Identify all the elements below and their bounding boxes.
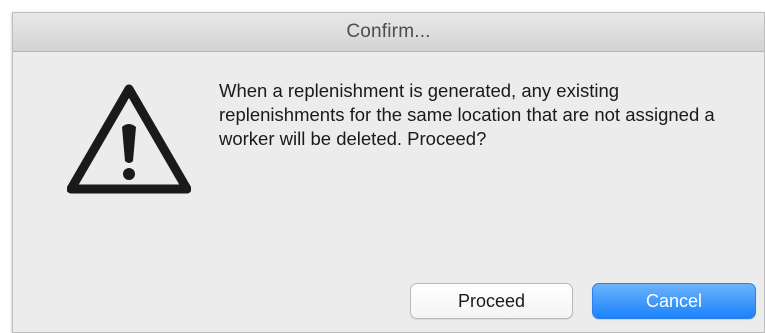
warning-triangle-icon [66, 83, 192, 195]
dialog-titlebar[interactable]: Confirm... [13, 13, 764, 52]
dialog-message: When a replenishment is generated, any e… [219, 80, 715, 149]
dialog-title: Confirm... [346, 21, 431, 42]
cancel-button[interactable]: Cancel [592, 283, 756, 319]
confirm-dialog: Confirm... When a replenishment is gener… [12, 12, 765, 333]
proceed-button[interactable]: Proceed [410, 283, 573, 319]
